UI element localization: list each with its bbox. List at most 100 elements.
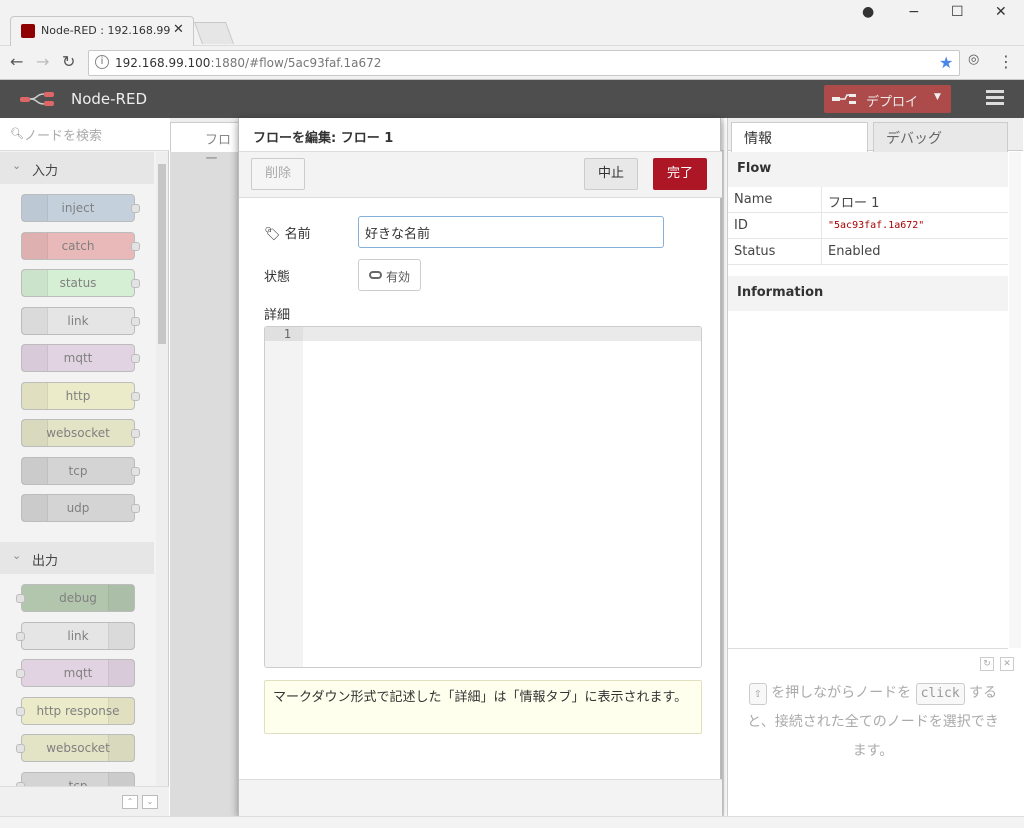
palette-search: 🔍︎ ノードを検索: [0, 118, 169, 151]
divider: [821, 187, 822, 213]
back-icon[interactable]: ←: [10, 52, 23, 71]
palette-node[interactable]: websocket: [16, 734, 135, 762]
node-label: mqtt: [63, 666, 93, 680]
node-port: [16, 744, 25, 753]
node-red-logo-icon: [20, 92, 54, 106]
property-row: Status Enabled: [728, 239, 1008, 265]
flow-name-input[interactable]: [358, 216, 664, 248]
node-port: [16, 631, 25, 641]
palette-category-header[interactable]: ⌄ 出力: [0, 542, 154, 574]
palette-node[interactable]: websocket: [21, 419, 140, 447]
bookmark-star-icon[interactable]: ★: [939, 53, 953, 72]
workspace-tab[interactable]: フロー: [170, 122, 242, 167]
node-port: [16, 706, 25, 716]
node-port: [131, 391, 140, 401]
node-port: [16, 669, 25, 678]
palette-node[interactable]: udp: [21, 494, 140, 522]
maximize-button[interactable]: ☐: [951, 4, 964, 20]
node-port: [131, 279, 140, 288]
click-key: click: [915, 683, 965, 705]
close-tab-icon[interactable]: ✕: [173, 22, 184, 37]
toggle-on-icon: [369, 271, 382, 279]
palette-node[interactable]: mqtt: [21, 344, 140, 372]
divider: [821, 239, 822, 265]
tray-toolbar: 削除 中止 完了: [239, 152, 722, 198]
information-section-header[interactable]: Information: [728, 276, 1008, 311]
app-title: Node-RED: [71, 90, 148, 108]
main-menu-icon[interactable]: [986, 90, 1004, 105]
deploy-button[interactable]: デプロイ ▼: [824, 85, 951, 113]
palette-node[interactable]: inject: [21, 194, 140, 222]
palette-node[interactable]: link: [21, 306, 140, 335]
palette-node[interactable]: tcp: [21, 456, 140, 485]
caret-down-icon[interactable]: ▼: [934, 92, 941, 102]
sidebar: 情報 デバッグ Flow Name フロー 1 ID "5ac93faf.1a672"…: [727, 118, 1023, 816]
category-label: 入力: [32, 164, 59, 179]
close-window-button[interactable]: ✕: [995, 4, 1007, 20]
status-toggle-button[interactable]: 有効: [358, 259, 421, 291]
node-port: [131, 204, 140, 213]
palette-node[interactable]: catch: [21, 231, 140, 260]
line-number: 1: [283, 327, 291, 341]
tray-title: フローを編集: フロー 1: [253, 131, 394, 146]
palette-node[interactable]: http response: [16, 696, 135, 725]
palette-node[interactable]: mqtt: [16, 659, 135, 687]
name-label-text: 名前: [284, 227, 311, 242]
url-field[interactable]: i 192.168.99.100:1880/#flow/5ac93faf.1a6…: [88, 50, 960, 76]
palette-node[interactable]: http: [21, 381, 140, 410]
node-label: catch: [61, 238, 95, 253]
active-line[interactable]: [303, 327, 701, 341]
property-value: Enabled: [828, 244, 881, 259]
sidebar-tips: ↻ ✕ ⇧ を押しながらノードを click すると、接続された全てのノードを選…: [728, 648, 1014, 814]
tab-debug[interactable]: デバッグ: [873, 122, 1008, 152]
detail-editor[interactable]: 1: [264, 326, 702, 668]
expand-all-icon[interactable]: ⌄: [142, 795, 158, 809]
close-icon[interactable]: ✕: [1000, 657, 1014, 671]
node-red-favicon-icon: [21, 24, 35, 38]
address-bar-row: ← → ↻ i 192.168.99.100:1880/#flow/5ac93f…: [0, 46, 1024, 80]
flow-section-header[interactable]: Flow: [728, 152, 1008, 187]
palette-node[interactable]: debug: [16, 584, 135, 612]
browser-menu-icon[interactable]: ⋮: [998, 52, 1014, 71]
reload-icon[interactable]: ↻: [62, 52, 75, 71]
palette-scroll-thumb[interactable]: [158, 164, 166, 344]
tab-info[interactable]: 情報: [731, 122, 868, 152]
forward-icon[interactable]: →: [36, 52, 49, 71]
done-button[interactable]: 完了: [653, 158, 707, 190]
sidebar-scrollbar[interactable]: [1009, 152, 1021, 648]
tip-text: ⇧ を押しながらノードを click すると、接続された全てのノードを選択できま…: [744, 679, 1002, 766]
node-label: http: [65, 388, 91, 403]
cancel-button[interactable]: 中止: [584, 158, 638, 190]
info-icon[interactable]: i: [95, 55, 109, 69]
category-label: 出力: [32, 554, 59, 569]
new-tab-button[interactable]: [193, 22, 235, 44]
node-port: [16, 594, 25, 603]
node-label: udp: [66, 501, 90, 515]
node-port: [131, 429, 140, 438]
browser-tab[interactable]: Node-RED : 192.168.99.1 ✕: [10, 16, 194, 46]
tip-text-1: を押しながらノードを: [771, 685, 912, 701]
markdown-tip: マークダウン形式で記述した「詳細」は「情報タブ」に表示されます。: [264, 680, 702, 734]
palette-node[interactable]: link: [16, 621, 135, 650]
node-label: link: [67, 313, 89, 328]
chevron-down-icon: ⌄: [12, 549, 22, 562]
extension-icon[interactable]: ◎: [968, 52, 979, 67]
palette-search-input[interactable]: ノードを検索: [24, 125, 102, 144]
minimize-button[interactable]: −: [908, 4, 920, 20]
tab-title: Node-RED : 192.168.99.1: [41, 24, 171, 37]
delete-button[interactable]: 削除: [251, 158, 305, 190]
collapse-all-icon[interactable]: ⌃: [122, 795, 138, 809]
status-toggle-label: 有効: [386, 270, 411, 284]
profile-icon[interactable]: ●: [862, 4, 874, 20]
property-row: ID "5ac93faf.1a672": [728, 213, 1008, 239]
node-label: websocket: [46, 741, 110, 755]
node-label: tcp: [68, 463, 88, 478]
refresh-icon[interactable]: ↻: [980, 657, 994, 671]
node-palette: 🔍︎ ノードを検索 ⌄ 入力 inject catch status link mqtt ht…: [0, 118, 169, 816]
palette-node[interactable]: status: [21, 269, 140, 297]
tray-footer: [239, 779, 722, 816]
palette-category-header[interactable]: ⌄ 入力: [0, 152, 154, 184]
browser-tab-strip: Node-RED : 192.168.99.1 ✕ ● − ☐ ✕: [0, 0, 1024, 46]
sidebar-tabbar: 情報 デバッグ: [728, 118, 1023, 152]
node-port: [131, 466, 140, 476]
